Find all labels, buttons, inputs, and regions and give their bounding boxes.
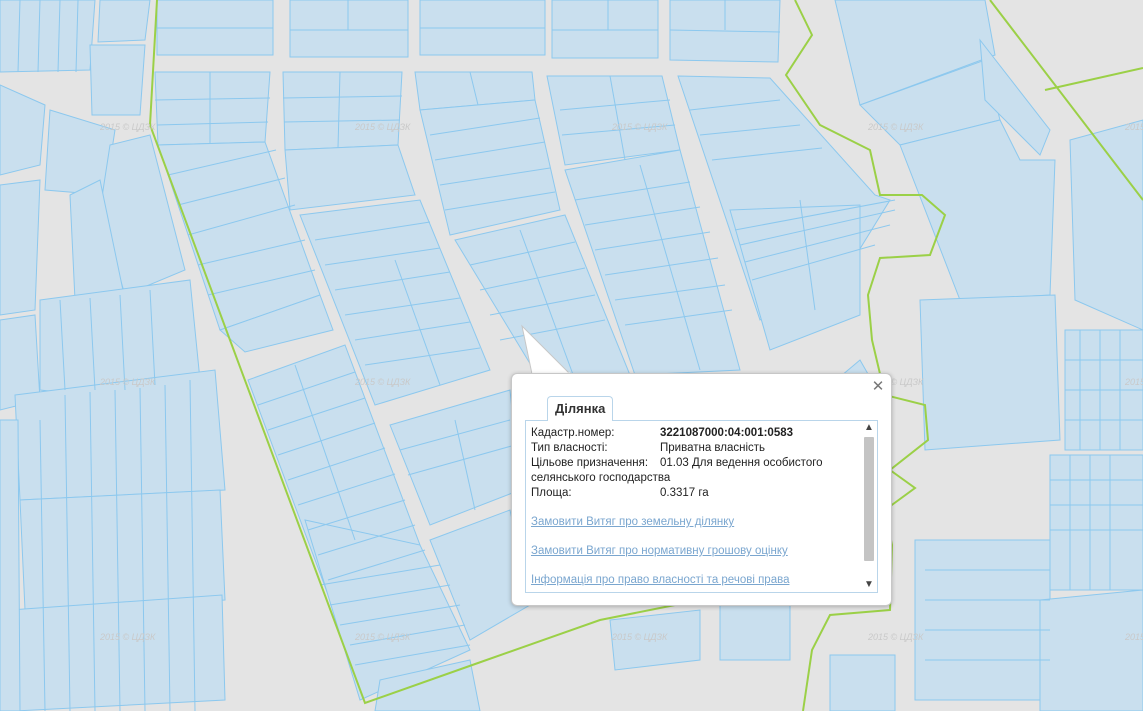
land-parcel[interactable]	[97, 0, 151, 43]
parcel-attributes: Кадастр.номер: 3221087000:04:001:0583 Ти…	[531, 426, 856, 588]
scroll-thumb[interactable]	[864, 437, 874, 561]
field-purpose: Цільове призначення: 01.03 Для ведення о…	[531, 456, 856, 471]
scroll-up-icon[interactable]: ▲	[861, 421, 877, 435]
land-parcel[interactable]	[914, 539, 1051, 701]
ownership-rights-info-link[interactable]: Інформація про право власності та речові…	[531, 573, 856, 588]
watermark-text: 2015 © ЦДЗК	[611, 122, 668, 132]
field-label: Цільове призначення:	[531, 457, 649, 469]
field-value: 0.3317 га	[660, 487, 709, 499]
watermark-text: 2015 © ЦДЗК	[1124, 632, 1143, 642]
land-parcel[interactable]	[0, 0, 96, 73]
close-icon[interactable]: ✕	[871, 379, 885, 394]
popup-tail	[521, 324, 572, 376]
tab-parcel[interactable]: Ділянка	[547, 396, 614, 421]
field-area: Площа: 0.3317 га	[531, 486, 856, 501]
watermark-text: 2015 © ЦДЗК	[1124, 122, 1143, 132]
order-valuation-extract-link[interactable]: Замовити Витяг про нормативну грошову оц…	[531, 544, 856, 559]
land-parcel[interactable]	[19, 489, 226, 611]
popup-scrollbar[interactable]: ▲ ▼	[861, 421, 877, 592]
watermark-text: 2015 © ЦДЗК	[867, 632, 924, 642]
field-value: 3221087000:04:001:0583	[660, 427, 794, 439]
land-parcel[interactable]	[154, 71, 271, 146]
watermark-text: 2015 © ЦДЗК	[354, 122, 411, 132]
land-parcel[interactable]	[89, 44, 146, 116]
land-parcel[interactable]	[0, 594, 226, 711]
field-value: Приватна власність	[660, 442, 766, 454]
field-purpose-continuation: селянського господарства	[531, 471, 856, 486]
land-parcel[interactable]	[0, 419, 21, 711]
land-parcel[interactable]	[0, 179, 41, 316]
parcel-info-popup: ✕ Ділянка Кадастр.номер: 3221087000:04:0…	[511, 373, 892, 606]
field-cadastral-number: Кадастр.номер: 3221087000:04:001:0583	[531, 426, 856, 441]
field-value: 01.03 Для ведення особистого	[660, 457, 823, 469]
land-parcel[interactable]	[551, 0, 659, 59]
land-parcel[interactable]	[719, 599, 791, 661]
watermark-text: 2015 © ЦДЗК	[1124, 377, 1143, 387]
watermark-text: 2015 © ЦДЗК	[99, 122, 156, 132]
watermark-text: 2015 © ЦДЗК	[99, 377, 156, 387]
scroll-down-icon[interactable]: ▼	[861, 578, 877, 592]
field-value-continuation: селянського господарства	[531, 472, 671, 484]
watermark-text: 2015 © ЦДЗК	[867, 122, 924, 132]
watermark-text: 2015 © ЦДЗК	[611, 632, 668, 642]
watermark-text: 2015 © ЦДЗК	[354, 377, 411, 387]
land-parcel[interactable]	[1049, 454, 1143, 591]
land-parcel[interactable]	[289, 0, 409, 58]
field-ownership-type: Тип власності: Приватна власність	[531, 441, 856, 456]
land-parcel[interactable]	[829, 654, 896, 711]
land-parcel[interactable]	[1039, 589, 1143, 711]
field-label: Кадастр.номер:	[531, 427, 615, 439]
watermark-text: 2015 © ЦДЗК	[354, 632, 411, 642]
watermark-text: 2015 © ЦДЗК	[99, 632, 156, 642]
land-parcel[interactable]	[282, 71, 403, 151]
field-label: Тип власності:	[531, 442, 608, 454]
land-parcel[interactable]	[546, 75, 681, 166]
field-label: Площа:	[531, 487, 572, 499]
order-parcel-extract-link[interactable]: Замовити Витяг про земельну ділянку	[531, 515, 856, 530]
land-parcel[interactable]	[919, 294, 1061, 451]
popup-content: Кадастр.номер: 3221087000:04:001:0583 Ти…	[525, 420, 878, 593]
